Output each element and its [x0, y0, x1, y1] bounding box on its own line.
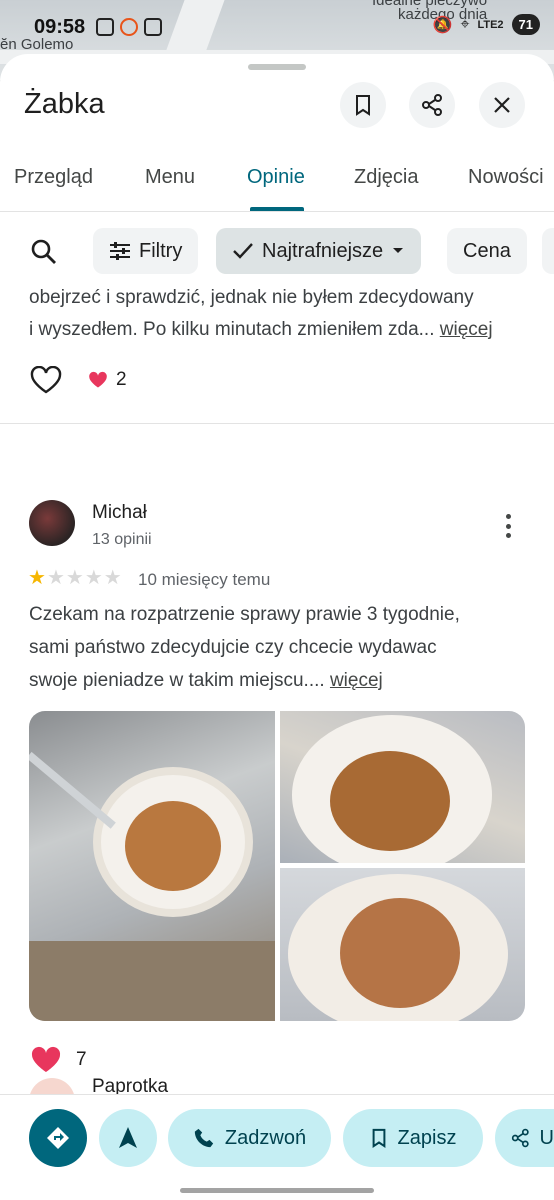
bookmark-icon — [372, 1128, 385, 1148]
review-photo[interactable] — [280, 711, 525, 863]
price-chip[interactable]: Cena — [447, 228, 527, 274]
save-label: Zapisz — [397, 1126, 457, 1149]
share-label: U — [539, 1126, 554, 1149]
search-icon — [31, 239, 56, 264]
tab-overview[interactable]: Przegląd — [14, 166, 93, 189]
save-button[interactable] — [340, 82, 386, 128]
search-button[interactable] — [30, 238, 58, 271]
table-shape — [29, 941, 275, 1021]
tune-icon — [110, 242, 130, 260]
reviews-list: obejrzeć i sprawdzić, jednak nie byłem z… — [0, 286, 554, 1106]
more-chip[interactable] — [542, 228, 554, 274]
review-text-line: i wyszedłem. Po kilku minutach zmieniłem… — [29, 319, 435, 340]
fork-shape — [29, 751, 116, 829]
call-label: Zadzwoń — [224, 1126, 307, 1149]
like-button[interactable] — [30, 366, 62, 394]
share-icon — [422, 94, 442, 116]
review-photo[interactable] — [29, 711, 275, 1021]
heart-icon — [89, 371, 107, 388]
mute-icon: 🔕 — [432, 16, 453, 34]
navigation-arrow-icon — [119, 1127, 137, 1148]
status-bar: 09:58 🔕 ⌖ LTE2 71 — [0, 0, 554, 54]
heart-icon[interactable] — [30, 1046, 62, 1074]
divider — [0, 423, 554, 424]
review-author-meta: 13 opinii — [92, 531, 152, 548]
save-place-button[interactable]: Zapisz — [343, 1109, 483, 1167]
active-tab-indicator — [250, 207, 304, 211]
review-text-line: Czekam na rozpatrzenie sprawy prawie 3 t… — [29, 604, 460, 625]
location-icon: ⌖ — [460, 15, 470, 33]
status-time: 09:58 — [34, 16, 86, 38]
bookmark-icon — [356, 95, 370, 116]
price-label: Cena — [463, 239, 511, 262]
place-sheet: Żabka Przegląd Menu Opinie Zdjęcia Nowoś… — [0, 54, 554, 1200]
review-reactions: 7 — [30, 1046, 87, 1074]
directions-button[interactable] — [29, 1109, 87, 1167]
more-link[interactable]: więcej — [440, 319, 493, 340]
review-text-line: sami państwo zdecydujcie czy chcecie wyd… — [29, 637, 437, 658]
share-button[interactable] — [409, 82, 455, 128]
tab-updates[interactable]: Nowości — [468, 166, 544, 189]
review-text-line: swoje pieniadze w takim miejscu.... — [29, 670, 325, 691]
previous-review-reactions: 2 — [30, 366, 127, 394]
tab-reviews[interactable]: Opinie — [247, 166, 305, 189]
share-place-button[interactable]: U — [495, 1109, 554, 1167]
review-text-line: obejrzeć i sprawdzić, jednak nie byłem z… — [29, 287, 474, 308]
dropdown-icon — [393, 248, 404, 253]
sort-label: Najtrafniejsze — [262, 239, 384, 262]
more-link[interactable]: więcej — [330, 670, 383, 691]
review-photos — [29, 711, 525, 1021]
phone-icon — [194, 1128, 214, 1148]
filters-chip[interactable]: Filtry — [93, 228, 199, 274]
close-icon — [494, 97, 510, 113]
battery-indicator: 71 — [511, 14, 540, 35]
review-photo[interactable] — [280, 868, 525, 1021]
review-date: 10 miesięcy temu — [138, 570, 271, 589]
tab-photos[interactable]: Zdjęcia — [354, 166, 418, 189]
wallet-icon — [144, 18, 162, 36]
filters-label: Filtry — [139, 239, 183, 262]
status-right: 🔕 ⌖ LTE2 71 — [433, 14, 540, 35]
star-icon: ★ — [28, 567, 46, 589]
star-icon: ★ — [65, 567, 84, 589]
place-title: Żabka — [24, 88, 105, 120]
star-rating: ★ ★ ★ ★ ★ — [28, 568, 122, 588]
avatar[interactable] — [29, 500, 75, 546]
more-options-icon[interactable] — [500, 514, 516, 538]
like-count: 2 — [116, 369, 127, 390]
gesture-bar — [180, 1188, 374, 1193]
network-label: LTE2 — [477, 18, 504, 31]
star-icon: ★ — [46, 567, 65, 589]
record-icon — [120, 18, 138, 36]
filter-bar: Filtry Najtrafniejsze Cena — [0, 228, 554, 276]
cup-contents — [125, 801, 221, 891]
directions-icon — [47, 1127, 69, 1149]
drag-handle[interactable] — [248, 64, 306, 70]
call-button[interactable]: Zadzwoń — [168, 1109, 331, 1167]
review-text: Czekam na rozpatrzenie sprawy prawie 3 t… — [29, 598, 529, 697]
star-icon: ★ — [84, 567, 103, 589]
cup-contents — [340, 898, 460, 1008]
share-icon — [511, 1128, 529, 1148]
screenshot-icon — [96, 18, 114, 36]
sort-chip[interactable]: Najtrafniejsze — [216, 228, 422, 274]
tab-bar: Przegląd Menu Opinie Zdjęcia Nowości — [0, 154, 554, 212]
review-author[interactable]: Michał — [92, 502, 147, 524]
close-button[interactable] — [479, 82, 525, 128]
previous-review-text: obejrzeć i sprawdzić, jednak nie byłem z… — [29, 286, 529, 346]
tab-menu[interactable]: Menu — [145, 166, 195, 189]
cup-contents — [330, 751, 450, 851]
status-icons — [96, 18, 162, 36]
star-icon: ★ — [103, 567, 122, 589]
like-count: 7 — [76, 1049, 87, 1070]
check-icon — [233, 243, 253, 259]
start-navigation-button[interactable] — [99, 1109, 157, 1167]
